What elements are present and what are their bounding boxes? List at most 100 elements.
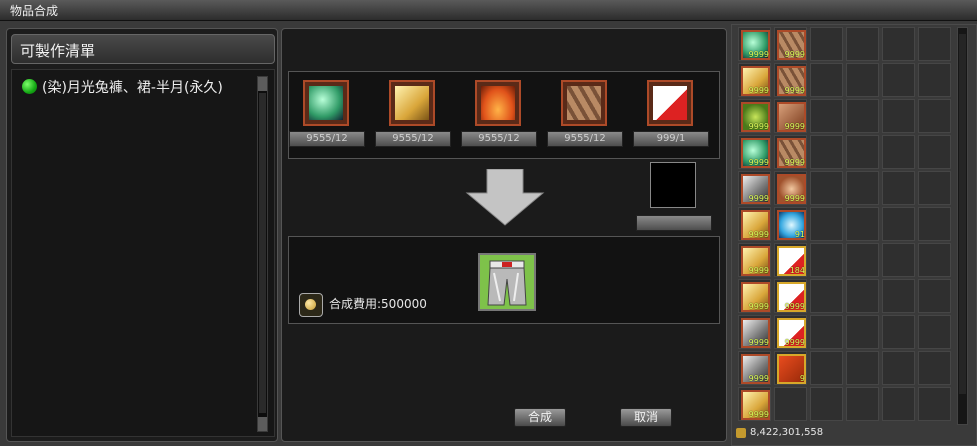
inventory-slot[interactable]: 184 bbox=[774, 243, 807, 277]
scroll-down-button[interactable] bbox=[258, 417, 267, 431]
inventory-slot[interactable]: 9999 bbox=[774, 99, 807, 133]
inventory-slot[interactable] bbox=[774, 387, 807, 421]
inventory-slot[interactable]: 9999 bbox=[738, 135, 771, 169]
inventory-slot[interactable] bbox=[882, 279, 915, 313]
inventory-slot[interactable] bbox=[810, 171, 843, 205]
material-slot[interactable]: 9555/12 bbox=[547, 80, 623, 150]
inventory-slot[interactable]: 91 bbox=[774, 207, 807, 241]
material-slot[interactable]: 9555/12 bbox=[289, 80, 365, 150]
inventory-slot[interactable] bbox=[810, 27, 843, 61]
inventory-slot[interactable]: 9 bbox=[774, 351, 807, 385]
recipe-item[interactable]: (染)月光兔褲、裙-半月(永久) bbox=[18, 76, 256, 98]
item-quantity: 9999 bbox=[748, 230, 769, 239]
inventory-slot[interactable] bbox=[882, 99, 915, 133]
inventory-slot[interactable]: 9999 bbox=[738, 27, 771, 61]
materials-row: 9555/12 9555/12 9555/12 9555/12 999/1 bbox=[288, 71, 720, 159]
inventory-scrollbar[interactable] bbox=[957, 27, 968, 425]
item-quantity: 9 bbox=[799, 374, 805, 383]
inventory-slot[interactable] bbox=[918, 279, 951, 313]
inventory-slot[interactable] bbox=[846, 387, 879, 421]
inventory-slot[interactable] bbox=[918, 387, 951, 421]
material-slot[interactable]: 9555/12 bbox=[375, 80, 451, 150]
item-quantity: 9999 bbox=[784, 194, 805, 203]
item-quantity: 91 bbox=[794, 230, 805, 239]
inventory-slot[interactable] bbox=[882, 243, 915, 277]
inventory-slot[interactable] bbox=[810, 207, 843, 241]
inventory-slot[interactable] bbox=[882, 315, 915, 349]
window-titlebar[interactable]: 物品合成 bbox=[0, 0, 977, 21]
inventory-slot[interactable]: 9999 bbox=[774, 315, 807, 349]
inventory-slot[interactable] bbox=[882, 27, 915, 61]
material-slot[interactable]: 9555/12 bbox=[461, 80, 537, 150]
inventory-slot[interactable] bbox=[882, 171, 915, 205]
inventory-slot[interactable]: 9999 bbox=[774, 171, 807, 205]
inventory-slot[interactable] bbox=[918, 243, 951, 277]
item-quantity: 9999 bbox=[748, 266, 769, 275]
money-bar: 8,422,301,558 bbox=[734, 427, 969, 441]
inventory-slot[interactable]: 9999 bbox=[738, 207, 771, 241]
inventory-slot[interactable]: 9999 bbox=[774, 135, 807, 169]
inventory-slot[interactable] bbox=[810, 387, 843, 421]
item-quantity: 9999 bbox=[748, 338, 769, 347]
inventory-slot[interactable]: 9999 bbox=[738, 351, 771, 385]
craft-button[interactable]: 合成 bbox=[514, 408, 566, 427]
inventory-slot[interactable] bbox=[810, 99, 843, 133]
inventory-slot[interactable] bbox=[810, 243, 843, 277]
inventory-slot[interactable]: 9999 bbox=[774, 27, 807, 61]
cancel-button[interactable]: 取消 bbox=[620, 408, 672, 427]
inventory-slot[interactable] bbox=[846, 351, 879, 385]
moon-rabbit-pants-icon[interactable] bbox=[478, 253, 536, 311]
inventory-slot[interactable]: 9999 bbox=[738, 387, 771, 421]
extra-material-slot[interactable] bbox=[650, 162, 696, 208]
inventory-slot[interactable] bbox=[810, 315, 843, 349]
inventory-slot[interactable] bbox=[846, 207, 879, 241]
inventory-slot[interactable] bbox=[882, 207, 915, 241]
material-slot[interactable]: 999/1 bbox=[633, 80, 709, 150]
inventory-slot[interactable]: 9999 bbox=[738, 315, 771, 349]
inventory-slot[interactable]: 9999 bbox=[738, 279, 771, 313]
inventory-slot[interactable] bbox=[918, 207, 951, 241]
inventory-slot[interactable] bbox=[918, 27, 951, 61]
window-title: 物品合成 bbox=[10, 4, 59, 18]
inventory-slot[interactable] bbox=[918, 171, 951, 205]
scroll-up-button[interactable] bbox=[258, 77, 267, 91]
crafting-panel: 9555/12 9555/12 9555/12 9555/12 999/1 合成… bbox=[281, 28, 727, 442]
inventory-slot[interactable] bbox=[810, 351, 843, 385]
inventory-slot[interactable] bbox=[846, 279, 879, 313]
item-quantity: 9999 bbox=[748, 374, 769, 383]
inventory-slot[interactable] bbox=[918, 99, 951, 133]
inventory-slot[interactable] bbox=[882, 351, 915, 385]
inventory-slot[interactable] bbox=[918, 351, 951, 385]
inventory-slot[interactable] bbox=[882, 63, 915, 97]
inventory-slot[interactable]: 9999 bbox=[738, 171, 771, 205]
inventory-slot[interactable]: 9999 bbox=[738, 63, 771, 97]
inventory-slot[interactable] bbox=[846, 243, 879, 277]
inventory-slot[interactable] bbox=[918, 63, 951, 97]
inventory-slot[interactable]: 9999 bbox=[774, 279, 807, 313]
inventory-slot[interactable] bbox=[846, 135, 879, 169]
inventory-slot[interactable] bbox=[846, 27, 879, 61]
recipe-item-label: (染)月光兔褲、裙-半月(永久) bbox=[42, 80, 223, 96]
result-panel: 合成費用:500000 bbox=[288, 236, 720, 324]
inventory-slot[interactable]: 9999 bbox=[738, 243, 771, 277]
inventory-scroll-thumb[interactable] bbox=[959, 34, 966, 394]
inventory-slot[interactable]: 9999 bbox=[774, 63, 807, 97]
inventory-slot[interactable]: 9999 bbox=[738, 99, 771, 133]
inventory-slot[interactable] bbox=[810, 135, 843, 169]
inventory-slot[interactable] bbox=[918, 315, 951, 349]
orange-dye-powder-icon bbox=[475, 80, 521, 126]
inventory-slot[interactable] bbox=[846, 99, 879, 133]
inventory-slot[interactable] bbox=[810, 63, 843, 97]
inventory-slot[interactable] bbox=[918, 135, 951, 169]
inventory-slot[interactable] bbox=[846, 171, 879, 205]
inventory-slot[interactable] bbox=[810, 279, 843, 313]
item-quantity: 9999 bbox=[748, 50, 769, 59]
inventory-slot[interactable] bbox=[882, 387, 915, 421]
recipe-list-panel: 可製作清單 (染)月光兔褲、裙-半月(永久) bbox=[6, 28, 278, 442]
scroll-thumb[interactable] bbox=[259, 93, 266, 413]
inventory-slot[interactable] bbox=[846, 315, 879, 349]
inventory-slot[interactable] bbox=[882, 135, 915, 169]
money-amount: 8,422,301,558 bbox=[750, 427, 824, 438]
inventory-slot[interactable] bbox=[846, 63, 879, 97]
recipe-list-scrollbar[interactable] bbox=[257, 76, 268, 432]
